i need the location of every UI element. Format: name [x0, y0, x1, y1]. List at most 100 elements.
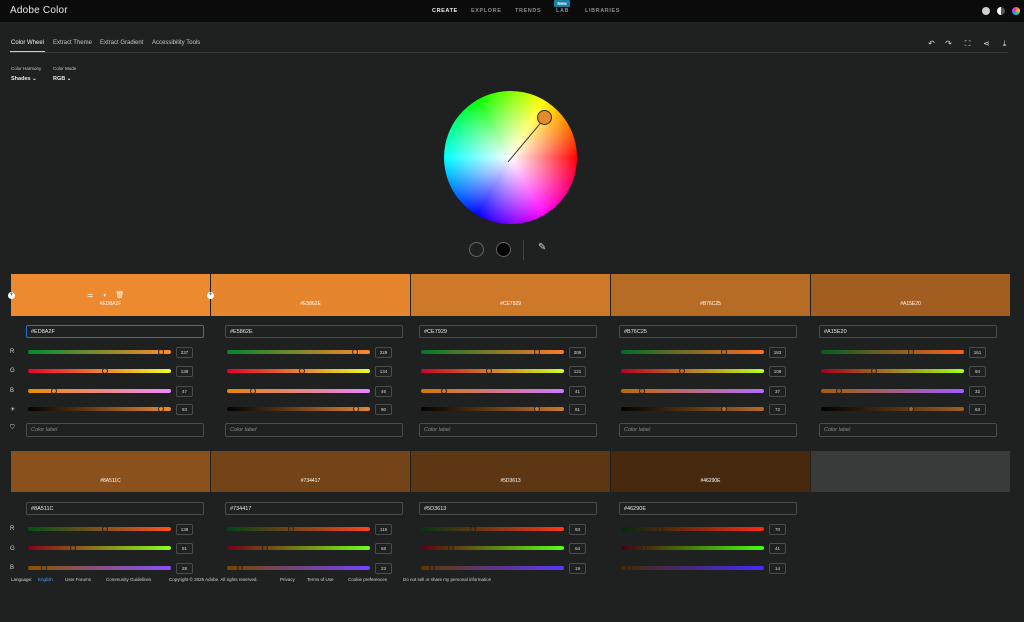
hex-input[interactable]: #E5862E: [225, 325, 403, 338]
slider-thumb[interactable]: [157, 406, 164, 412]
footer-user-forums[interactable]: User Forums: [65, 577, 91, 582]
slider-thumb[interactable]: [352, 406, 359, 412]
channel-slider-r[interactable]: [421, 526, 564, 532]
channel-value-r[interactable]: 229: [375, 347, 392, 358]
slider-thumb[interactable]: [720, 406, 727, 412]
slider-thumb[interactable]: [638, 388, 645, 394]
channel-slider-r[interactable]: [621, 526, 764, 532]
slider-thumb[interactable]: [448, 545, 455, 551]
footer-community-guidelines[interactable]: Community Guidelines: [106, 577, 151, 582]
channel-value-g[interactable]: 54: [569, 543, 586, 554]
slider-thumb[interactable]: [657, 526, 664, 532]
theme-toggle-icon[interactable]: [997, 7, 1005, 15]
download-icon[interactable]: ⤓: [1000, 39, 1009, 48]
tab-extract-gradient[interactable]: Extract Gradient: [100, 40, 143, 46]
slider-thumb[interactable]: [870, 368, 877, 374]
channel-value-b[interactable]: 32: [969, 386, 986, 397]
color-label-input[interactable]: Color label: [225, 423, 403, 437]
channel-slider-b[interactable]: [821, 388, 964, 394]
channel-value-r[interactable]: 70: [769, 524, 786, 535]
channel-slider-r[interactable]: [227, 526, 370, 532]
slider-thumb[interactable]: [262, 545, 269, 551]
slider-thumb[interactable]: [533, 406, 540, 412]
slider-thumb[interactable]: [485, 368, 492, 374]
channel-slider-b[interactable]: [421, 388, 564, 394]
nav-trends[interactable]: TRENDS: [515, 8, 541, 14]
slider-thumb[interactable]: [157, 349, 164, 355]
channel-value-g[interactable]: 121: [569, 366, 586, 377]
tab-accessibility-tools[interactable]: Accessibility Tools: [152, 40, 200, 46]
wheel-handle[interactable]: [537, 110, 552, 125]
channel-value-g[interactable]: 94: [969, 366, 986, 377]
color-swatch[interactable]: #B76C25: [611, 274, 810, 316]
channel-value-r[interactable]: 206: [569, 347, 586, 358]
channel-value-b[interactable]: 37: [769, 386, 786, 397]
channel-slider-b[interactable]: [28, 388, 171, 394]
channel-value-b[interactable]: 28: [176, 563, 193, 574]
contrast-icon[interactable]: ◐: [103, 292, 107, 299]
color-label-input[interactable]: Color label: [26, 423, 204, 437]
tab-color-wheel[interactable]: Color Wheel: [11, 40, 44, 46]
hex-input[interactable]: #ED8A2F: [26, 325, 204, 338]
mode-dropdown[interactable]: RGB ⌄: [53, 76, 71, 82]
channel-value-b[interactable]: 46: [375, 386, 392, 397]
fullscreen-icon[interactable]: ⛶: [963, 39, 972, 48]
slider-thumb[interactable]: [641, 545, 648, 551]
channel-slider-b[interactable]: [227, 388, 370, 394]
eyedropper-icon[interactable]: ✎: [538, 242, 546, 253]
slider-thumb[interactable]: [428, 565, 435, 571]
hex-input[interactable]: #B76C25: [619, 325, 797, 338]
slider-thumb[interactable]: [51, 388, 58, 394]
slider-thumb[interactable]: [236, 565, 243, 571]
channel-slider-g[interactable]: [621, 545, 764, 551]
slider-thumb[interactable]: [908, 406, 915, 412]
color-label-input[interactable]: Color label: [419, 423, 597, 437]
slider-thumb[interactable]: [288, 526, 295, 532]
nav-lab[interactable]: LAB: [556, 8, 569, 14]
channel-value-r[interactable]: 183: [769, 347, 786, 358]
color-swatch[interactable]: #E5862E: [211, 274, 410, 316]
channel-slider-r[interactable]: [227, 349, 370, 355]
nav-libraries[interactable]: LIBRARIES: [585, 8, 620, 14]
language-link[interactable]: English: [38, 577, 53, 582]
channel-value-b[interactable]: 41: [569, 386, 586, 397]
slider-thumb[interactable]: [835, 388, 842, 394]
slider-thumb[interactable]: [352, 349, 359, 355]
slider-thumb[interactable]: [102, 526, 109, 532]
channel-value-g[interactable]: 138: [176, 366, 193, 377]
channel-value-g[interactable]: 81: [176, 543, 193, 554]
channel-slider-g[interactable]: [227, 368, 370, 374]
channel-value-br[interactable]: 90: [375, 404, 392, 415]
channel-value-g[interactable]: 68: [375, 543, 392, 554]
color-label-input[interactable]: Color label: [619, 423, 797, 437]
base-color-circle[interactable]: [469, 242, 484, 257]
channel-slider-g[interactable]: [621, 368, 764, 374]
nav-explore[interactable]: EXPLORE: [471, 8, 501, 14]
undo-icon[interactable]: ↶: [927, 39, 936, 48]
slider-thumb[interactable]: [249, 388, 256, 394]
slider-thumb[interactable]: [299, 368, 306, 374]
hex-input[interactable]: #A15E20: [819, 325, 997, 338]
hex-input[interactable]: #8A511C: [26, 502, 204, 515]
channel-slider-br[interactable]: [28, 406, 171, 412]
channel-value-g[interactable]: 41: [769, 543, 786, 554]
nav-create[interactable]: CREATE: [432, 8, 458, 14]
channel-slider-b[interactable]: [227, 565, 370, 571]
hex-input[interactable]: #46290E: [619, 502, 797, 515]
channel-slider-br[interactable]: [621, 406, 764, 412]
channel-value-br[interactable]: 81: [569, 404, 586, 415]
channel-value-r[interactable]: 161: [969, 347, 986, 358]
hex-input[interactable]: #CE7929: [419, 325, 597, 338]
trash-icon[interactable]: 🗑: [115, 292, 124, 299]
footer-cookie-preferences[interactable]: Cookie preferences: [348, 577, 387, 582]
channel-slider-g[interactable]: [421, 368, 564, 374]
channel-slider-br[interactable]: [227, 406, 370, 412]
adobe-account-icon[interactable]: [1012, 7, 1020, 15]
slider-thumb[interactable]: [720, 349, 727, 355]
channel-slider-b[interactable]: [621, 388, 764, 394]
channel-slider-br[interactable]: [821, 406, 964, 412]
channel-slider-b[interactable]: [621, 565, 764, 571]
footer-do-not-sell[interactable]: Do not sell or share my personal informa…: [403, 577, 491, 582]
color-label-input[interactable]: Color label: [819, 423, 997, 437]
redo-icon[interactable]: ↷: [944, 39, 953, 48]
